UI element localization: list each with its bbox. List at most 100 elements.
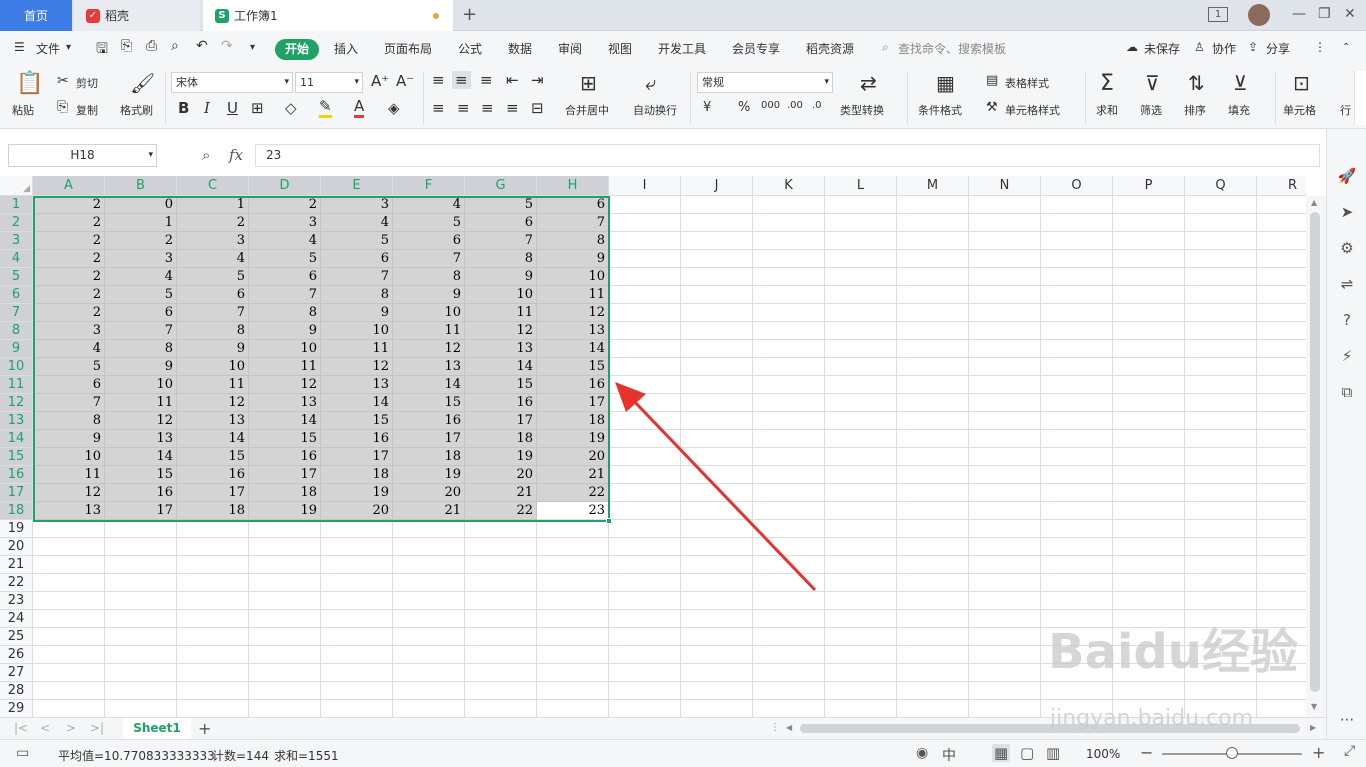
menu-file[interactable]: 文件 xyxy=(36,40,60,57)
menu-start[interactable]: 开始 xyxy=(275,39,319,60)
empty-cell[interactable] xyxy=(105,538,177,556)
zoom-slider-knob[interactable] xyxy=(1226,747,1238,759)
empty-cell[interactable] xyxy=(1113,556,1185,574)
empty-cell[interactable] xyxy=(321,628,393,646)
align-middle-icon[interactable]: ≡ xyxy=(452,71,471,89)
cell-b6[interactable]: 5 xyxy=(105,286,177,304)
empty-cell[interactable] xyxy=(1257,322,1306,340)
cell-b16[interactable]: 15 xyxy=(105,466,177,484)
empty-cell[interactable] xyxy=(249,646,321,664)
empty-cell[interactable] xyxy=(753,322,825,340)
empty-cell[interactable] xyxy=(969,700,1041,717)
cell-b9[interactable]: 8 xyxy=(105,340,177,358)
empty-cell[interactable] xyxy=(825,232,897,250)
empty-cell[interactable] xyxy=(105,520,177,538)
empty-cell[interactable] xyxy=(177,592,249,610)
empty-cell[interactable] xyxy=(105,700,177,717)
empty-cell[interactable] xyxy=(105,610,177,628)
empty-cell[interactable] xyxy=(681,556,753,574)
empty-cell[interactable] xyxy=(1113,412,1185,430)
empty-cell[interactable] xyxy=(681,574,753,592)
empty-cell[interactable] xyxy=(969,304,1041,322)
empty-cell[interactable] xyxy=(969,466,1041,484)
bold-icon[interactable]: B xyxy=(178,99,189,117)
empty-cell[interactable] xyxy=(1041,304,1113,322)
cell-c17[interactable]: 17 xyxy=(177,484,249,502)
normal-view-icon[interactable]: ▦ xyxy=(992,744,1011,762)
empty-cell[interactable] xyxy=(609,484,681,502)
empty-cell[interactable] xyxy=(609,394,681,412)
row-header-13[interactable]: 13 xyxy=(0,412,33,430)
macro-icon[interactable]: ▭ xyxy=(16,745,29,761)
empty-cell[interactable] xyxy=(825,484,897,502)
currency-icon[interactable]: ¥ xyxy=(703,100,711,115)
empty-cell[interactable] xyxy=(825,196,897,214)
italic-icon[interactable]: I xyxy=(204,99,210,117)
tab-home[interactable]: 首页 xyxy=(0,0,72,31)
empty-cell[interactable] xyxy=(1257,304,1306,322)
cell-g10[interactable]: 14 xyxy=(465,358,537,376)
scroll-down-icon[interactable]: ▼ xyxy=(1311,702,1317,711)
copy-button[interactable]: 复制 xyxy=(76,102,98,118)
empty-cell[interactable] xyxy=(33,610,105,628)
empty-cell[interactable] xyxy=(753,250,825,268)
empty-cell[interactable] xyxy=(681,592,753,610)
cell-c5[interactable]: 5 xyxy=(177,268,249,286)
cell-h3[interactable]: 8 xyxy=(537,232,609,250)
empty-cell[interactable] xyxy=(321,574,393,592)
cell-f3[interactable]: 6 xyxy=(393,232,465,250)
column-header-g[interactable]: G xyxy=(465,176,537,196)
empty-cell[interactable] xyxy=(969,538,1041,556)
cell-b4[interactable]: 3 xyxy=(105,250,177,268)
empty-cell[interactable] xyxy=(1113,592,1185,610)
column-header-b[interactable]: B xyxy=(105,176,177,196)
empty-cell[interactable] xyxy=(753,430,825,448)
align-bottom-icon[interactable]: ≡ xyxy=(480,71,493,89)
cell-g6[interactable]: 10 xyxy=(465,286,537,304)
empty-cell[interactable] xyxy=(825,358,897,376)
scroll-up-icon[interactable]: ▲ xyxy=(1311,198,1317,207)
cell-b18[interactable]: 17 xyxy=(105,502,177,520)
empty-cell[interactable] xyxy=(825,376,897,394)
empty-cell[interactable] xyxy=(1257,556,1306,574)
empty-cell[interactable] xyxy=(681,376,753,394)
transform-icon[interactable]: ⇌ xyxy=(1337,275,1357,295)
cell-e9[interactable]: 11 xyxy=(321,340,393,358)
cell-d18[interactable]: 19 xyxy=(249,502,321,520)
column-header-i[interactable]: I xyxy=(609,176,681,196)
empty-cell[interactable] xyxy=(1257,376,1306,394)
empty-cell[interactable] xyxy=(1257,466,1306,484)
empty-cell[interactable] xyxy=(249,682,321,700)
row-header-3[interactable]: 3 xyxy=(0,232,33,250)
empty-cell[interactable] xyxy=(969,646,1041,664)
empty-cell[interactable] xyxy=(969,520,1041,538)
empty-cell[interactable] xyxy=(177,556,249,574)
cell-c15[interactable]: 15 xyxy=(177,448,249,466)
cut-icon[interactable]: ✂ xyxy=(57,73,69,89)
search-icon[interactable]: ⌕ xyxy=(882,40,889,55)
empty-cell[interactable] xyxy=(753,214,825,232)
share-button[interactable]: 分享 xyxy=(1266,40,1290,57)
empty-cell[interactable] xyxy=(897,700,969,717)
empty-cell[interactable] xyxy=(753,232,825,250)
preview-icon[interactable]: ⌕ xyxy=(171,38,179,54)
empty-cell[interactable] xyxy=(681,628,753,646)
empty-cell[interactable] xyxy=(753,196,825,214)
empty-cell[interactable] xyxy=(177,520,249,538)
empty-cell[interactable] xyxy=(105,592,177,610)
cell-g15[interactable]: 19 xyxy=(465,448,537,466)
empty-cell[interactable] xyxy=(393,628,465,646)
empty-cell[interactable] xyxy=(825,700,897,717)
column-header-o[interactable]: O xyxy=(1041,176,1113,196)
row-header-12[interactable]: 12 xyxy=(0,394,33,412)
close-icon[interactable]: ✕ xyxy=(1344,6,1356,22)
cell-h9[interactable]: 14 xyxy=(537,340,609,358)
pointer-icon[interactable]: ➤ xyxy=(1337,203,1357,223)
cell-h6[interactable]: 11 xyxy=(537,286,609,304)
tab-daoke[interactable]: ✓ 稻壳 xyxy=(74,0,200,31)
empty-cell[interactable] xyxy=(753,466,825,484)
cell-h8[interactable]: 13 xyxy=(537,322,609,340)
empty-cell[interactable] xyxy=(465,592,537,610)
add-sheet-icon[interactable]: + xyxy=(198,719,211,738)
thousands-icon[interactable]: 000 xyxy=(761,100,780,111)
